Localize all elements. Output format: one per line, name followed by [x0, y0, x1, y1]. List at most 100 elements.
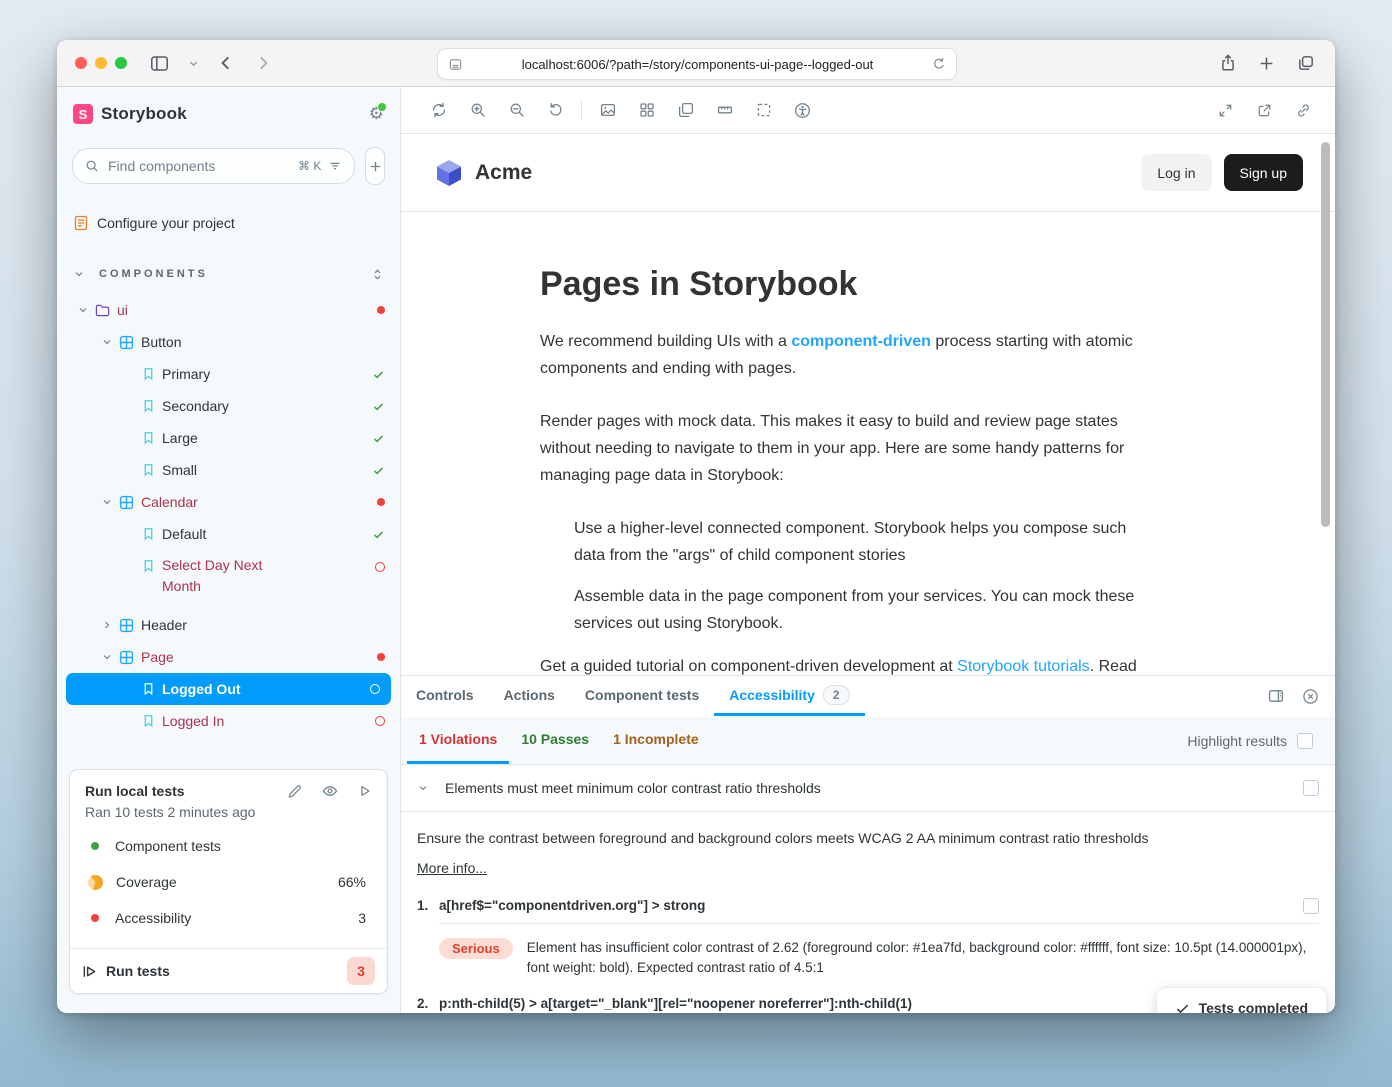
forward-button[interactable] — [254, 40, 272, 86]
fullscreen-icon[interactable] — [1206, 103, 1245, 118]
tests-completed-toast[interactable]: Tests completed — [1156, 987, 1327, 1013]
sidebar-item-primary[interactable]: Primary — [57, 358, 400, 390]
sidebar-item-select-day-next-month[interactable]: Select Day Next Month — [57, 550, 400, 609]
preview-scrollbar[interactable] — [1321, 142, 1330, 527]
tab-component-tests[interactable]: Component tests — [570, 676, 714, 716]
sidebar-item-small[interactable]: Small — [57, 454, 400, 486]
story-bookmark-icon — [142, 399, 155, 413]
outline-icon[interactable] — [744, 102, 783, 118]
highlight-results-checkbox[interactable] — [1297, 733, 1313, 749]
components-section-header[interactable]: COMPONENTS — [73, 264, 384, 284]
viewport-icon[interactable] — [666, 102, 705, 118]
measure-ruler-icon[interactable] — [705, 102, 744, 118]
component-icon — [119, 495, 134, 510]
passes-tab[interactable]: 10 Passes — [509, 717, 601, 764]
edit-icon[interactable] — [287, 783, 302, 799]
chevron-down-icon[interactable] — [188, 40, 199, 86]
coverage-row[interactable]: Coverage 66% — [85, 864, 372, 900]
sidebar-item-secondary[interactable]: Secondary — [57, 390, 400, 422]
page-content: Pages in Storybook We recommend building… — [401, 212, 1156, 675]
website-settings-icon[interactable] — [448, 57, 463, 72]
component-driven-link[interactable]: component-driven — [791, 333, 931, 350]
zoom-out-icon[interactable] — [497, 102, 536, 118]
watch-eye-icon[interactable] — [322, 783, 338, 799]
copy-link-icon[interactable] — [1284, 103, 1323, 118]
test-item-value: 3 — [358, 910, 366, 926]
pass-check-icon — [372, 400, 385, 413]
zoom-window-button[interactable] — [115, 57, 127, 69]
tab-overview-icon[interactable] — [1297, 40, 1315, 86]
incomplete-tab[interactable]: 1 Incomplete — [601, 717, 711, 764]
close-window-button[interactable] — [75, 57, 87, 69]
sidebar-item-ui[interactable]: ui — [57, 294, 400, 326]
item-divider — [439, 923, 1319, 924]
component-tests-row[interactable]: Component tests — [85, 828, 372, 864]
filter-icon[interactable] — [328, 159, 342, 173]
search-icon — [85, 159, 99, 173]
sidebar-toggle-icon[interactable] — [150, 40, 169, 86]
close-panel-icon[interactable] — [1302, 688, 1319, 705]
tab-accessibility[interactable]: Accessibility2 — [714, 676, 864, 716]
collapse-all-icon[interactable] — [371, 267, 384, 282]
story-bookmark-icon — [142, 559, 155, 573]
minimize-window-button[interactable] — [95, 57, 107, 69]
sidebar-item-calendar[interactable]: Calendar — [57, 486, 400, 518]
url-text[interactable]: localhost:6006/?path=/story/components-u… — [463, 57, 932, 72]
coverage-pie-icon — [88, 875, 103, 890]
test-item-value: 66% — [338, 874, 366, 890]
tab-controls[interactable]: Controls — [401, 676, 489, 716]
remount-icon[interactable] — [419, 102, 458, 118]
back-button[interactable] — [217, 40, 235, 86]
play-icon[interactable] — [358, 783, 372, 799]
accessibility-row[interactable]: Accessibility 3 — [85, 900, 372, 936]
tree-item-label: ui — [117, 302, 128, 318]
grid-icon[interactable] — [627, 102, 666, 118]
tab-actions[interactable]: Actions — [489, 676, 570, 716]
create-story-button[interactable] — [365, 147, 385, 185]
sidebar-item-default[interactable]: Default — [57, 518, 400, 550]
fail-circle-icon — [375, 562, 385, 572]
reset-zoom-icon[interactable] — [536, 102, 575, 118]
rule-checkbox[interactable] — [1303, 780, 1319, 796]
chevron-down-icon — [417, 782, 429, 794]
sidebar: S Storybook ⚙ ⌘ K — [57, 87, 401, 1013]
sidebar-item-large[interactable]: Large — [57, 422, 400, 454]
tree-item-label: Select Day Next Month — [162, 555, 294, 597]
notification-dot — [377, 102, 387, 112]
new-tab-icon[interactable] — [1258, 40, 1275, 86]
desktop-background: localhost:6006/?path=/story/components-u… — [0, 0, 1392, 1087]
backgrounds-icon[interactable] — [588, 102, 627, 118]
more-info-link[interactable]: More info... — [417, 860, 1319, 876]
item-checkbox[interactable] — [1303, 898, 1319, 914]
sidebar-item-header[interactable]: Header — [57, 609, 400, 641]
sidebar-item-page[interactable]: Page — [57, 641, 400, 673]
sidebar-item-logged-out[interactable]: Logged Out — [66, 673, 391, 705]
severity-badge: Serious — [439, 938, 513, 959]
reload-icon[interactable] — [932, 57, 946, 71]
sidebar-item-button[interactable]: Button — [57, 326, 400, 358]
search-input[interactable] — [106, 157, 291, 175]
violations-tab[interactable]: 1 Violations — [407, 717, 509, 764]
settings-gear-icon[interactable]: ⚙ — [369, 104, 384, 124]
storybook-tutorials-link[interactable]: Storybook tutorials — [957, 658, 1090, 675]
accessibility-vision-icon[interactable] — [783, 102, 822, 119]
configure-project-label: Configure your project — [97, 215, 235, 231]
open-new-tab-icon[interactable] — [1245, 103, 1284, 118]
pending-circle-icon — [370, 684, 380, 694]
list-item: Assemble data in the page component from… — [574, 583, 1156, 637]
run-tests-button[interactable]: Run tests — [82, 963, 170, 979]
panel-position-icon[interactable] — [1268, 688, 1284, 704]
storybook-app: S Storybook ⚙ ⌘ K — [57, 87, 1335, 1013]
chevron-down-icon — [101, 336, 113, 348]
share-icon[interactable] — [1219, 40, 1237, 86]
login-button[interactable]: Log in — [1141, 154, 1211, 191]
address-bar[interactable]: localhost:6006/?path=/story/components-u… — [437, 48, 957, 80]
signup-button[interactable]: Sign up — [1224, 154, 1303, 191]
violation-rule-row[interactable]: Elements must meet minimum color contras… — [401, 764, 1335, 812]
sidebar-item-logged-in[interactable]: Logged In — [57, 705, 400, 737]
failed-tests-badge[interactable]: 3 — [347, 957, 375, 985]
brand-title[interactable]: Storybook — [101, 104, 187, 124]
configure-project-link[interactable]: Configure your project — [73, 210, 384, 236]
search-box[interactable]: ⌘ K — [72, 148, 355, 184]
zoom-in-icon[interactable] — [458, 102, 497, 118]
